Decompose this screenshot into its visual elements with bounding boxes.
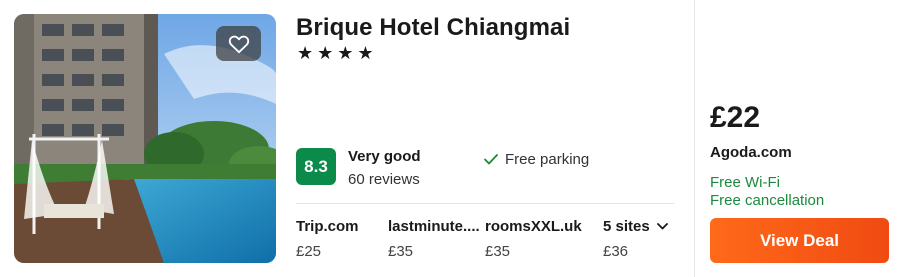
site-name: lastminute.... bbox=[388, 218, 480, 235]
site-name: roomsXXL.uk bbox=[485, 218, 582, 235]
perk-free-cancellation: Free cancellation bbox=[710, 192, 825, 209]
hotel-name[interactable]: Brique Hotel Chiangmai bbox=[296, 14, 570, 42]
favorite-button[interactable] bbox=[216, 26, 261, 61]
hotel-photo[interactable] bbox=[14, 14, 276, 263]
site-price: £35 bbox=[388, 243, 414, 260]
check-icon bbox=[484, 154, 498, 165]
site-price: £36 bbox=[603, 243, 629, 260]
more-sites-label: 5 sites bbox=[603, 218, 650, 235]
site-price: £25 bbox=[296, 243, 322, 260]
site-price-trip[interactable]: Trip.com £25 bbox=[296, 218, 359, 260]
rating-label: Very good bbox=[348, 148, 421, 165]
best-deal-price[interactable]: £22 bbox=[710, 101, 760, 135]
site-price-roomsxxl[interactable]: roomsXXL.uk £35 bbox=[485, 218, 582, 260]
divider bbox=[296, 203, 674, 204]
column-divider bbox=[694, 0, 695, 277]
site-price-more[interactable]: 5 sites £36 bbox=[603, 218, 668, 260]
chevron-down-icon bbox=[656, 223, 668, 230]
heart-icon bbox=[228, 35, 249, 53]
review-score-badge[interactable]: 8.3 bbox=[296, 148, 336, 185]
review-count[interactable]: 60 reviews bbox=[348, 171, 420, 188]
amenity-label: Free parking bbox=[505, 151, 590, 168]
view-deal-button[interactable]: View Deal bbox=[710, 218, 889, 263]
site-name: Trip.com bbox=[296, 218, 359, 235]
hotel-result-card[interactable]: Brique Hotel Chiangmai ★★★★ 8.3 Very goo… bbox=[0, 0, 906, 277]
more-sites-toggle[interactable]: 5 sites bbox=[603, 218, 668, 235]
amenity-free-parking: Free parking bbox=[484, 151, 589, 168]
perk-free-wifi: Free Wi-Fi bbox=[710, 174, 780, 191]
site-price: £35 bbox=[485, 243, 511, 260]
best-deal-site[interactable]: Agoda.com bbox=[710, 144, 792, 161]
site-price-lastminute[interactable]: lastminute.... £35 bbox=[388, 218, 480, 260]
star-rating: ★★★★ bbox=[297, 43, 378, 63]
